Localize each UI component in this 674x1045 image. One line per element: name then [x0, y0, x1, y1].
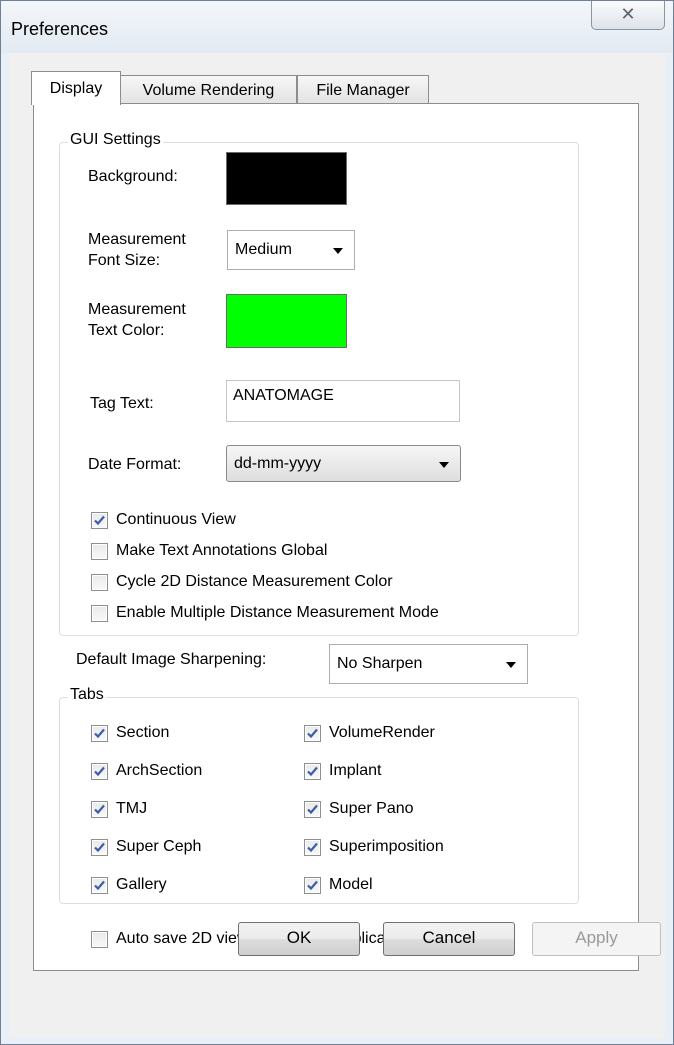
- cancel-button[interactable]: Cancel: [383, 922, 515, 956]
- ok-button[interactable]: OK: [238, 922, 360, 956]
- font-size-value: Medium: [235, 241, 292, 258]
- tab-volume-rendering[interactable]: Volume Rendering: [120, 75, 297, 104]
- background-label: Background:: [88, 168, 178, 185]
- preferences-window: Preferences ✕ Display Volume Rendering F…: [0, 0, 674, 1045]
- text-color-label-line1: Measurement: [88, 301, 186, 318]
- font-size-label-line1: Measurement: [88, 231, 186, 248]
- text-color-swatch[interactable]: [226, 294, 347, 348]
- tab-display-label: Display: [49, 80, 103, 97]
- tab-display[interactable]: Display: [31, 71, 121, 105]
- font-size-dropdown[interactable]: Medium: [227, 230, 355, 270]
- font-size-label-line2: Font Size:: [88, 252, 161, 269]
- tab-file-manager-label: File Manager: [316, 82, 410, 99]
- cancel-button-label: Cancel: [422, 928, 476, 947]
- ok-button-label: OK: [286, 928, 312, 947]
- window-title: Preferences: [11, 19, 109, 39]
- apply-button: Apply: [532, 922, 661, 956]
- close-icon: ✕: [620, 4, 636, 24]
- title-bar: Preferences ✕: [1, 1, 673, 53]
- chevron-down-icon: [333, 248, 343, 254]
- dialog-client: Display Volume Rendering File Manager GU…: [9, 53, 665, 1038]
- tab-volume-rendering-label: Volume Rendering: [142, 82, 275, 99]
- apply-button-label: Apply: [575, 928, 618, 947]
- close-button[interactable]: ✕: [591, 1, 665, 30]
- text-color-label-line2: Text Color:: [88, 322, 165, 339]
- button-row-area: OK Cancel Apply: [9, 353, 665, 973]
- gui-settings-legend: GUI Settings: [68, 131, 163, 149]
- background-color-swatch[interactable]: [226, 152, 347, 205]
- tab-file-manager[interactable]: File Manager: [297, 75, 429, 104]
